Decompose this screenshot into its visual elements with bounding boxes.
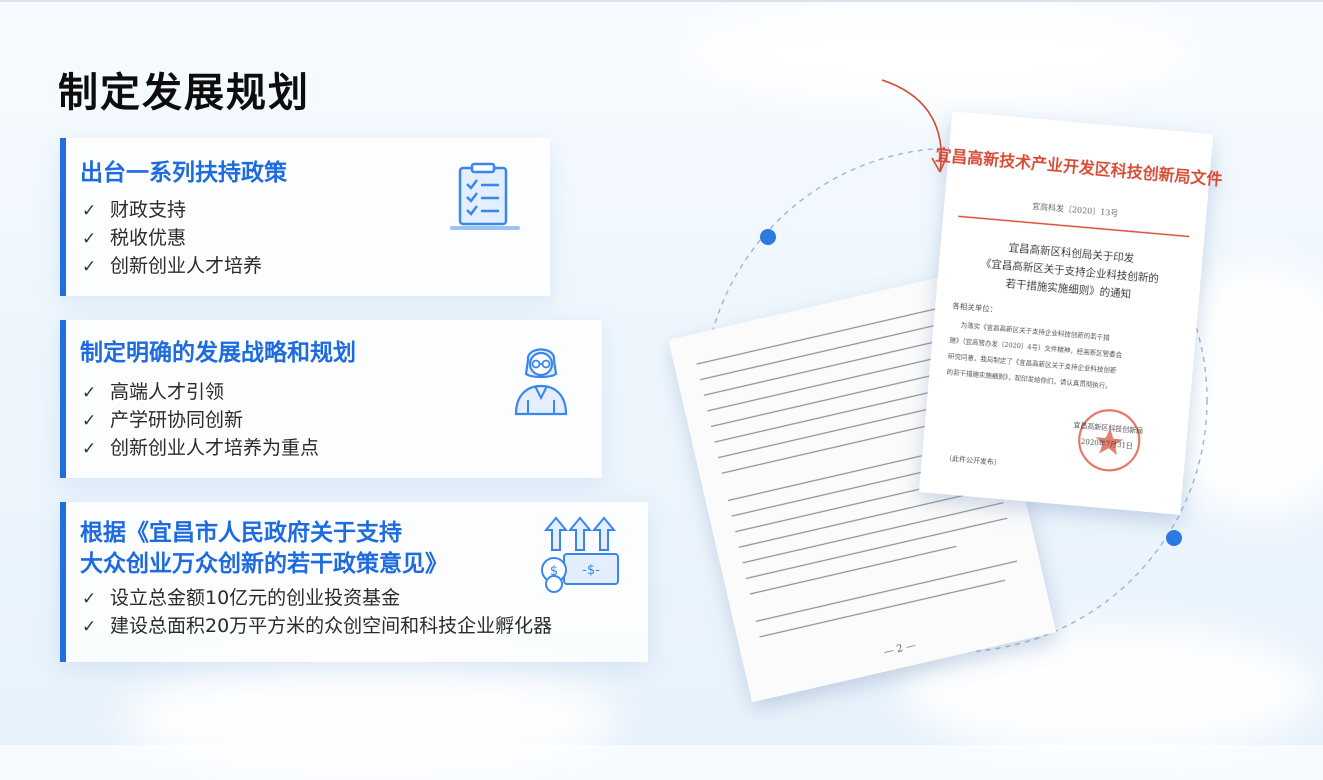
check-icon: ✓ bbox=[82, 201, 97, 221]
list-item: ✓ 高端人才引领 bbox=[82, 378, 319, 406]
money-growth-icon: -$- $ bbox=[541, 516, 619, 593]
card-list: ✓ 高端人才引领 ✓ 产学研协同创新 ✓ 创新创业人才培养为重点 bbox=[82, 378, 319, 462]
document-checklist-icon bbox=[450, 162, 520, 230]
list-item: ✓ 产学研协同创新 bbox=[82, 406, 319, 434]
policy-card-strategy: 制定明确的发展战略和规划 ✓ 高端人才引领 ✓ 产学研协同创新 ✓ 创新创业人才培养为… bbox=[60, 320, 602, 478]
card-list: ✓ 财政支持 ✓ 税收优惠 ✓ 创新创业人才培养 bbox=[82, 196, 262, 280]
list-item: ✓ 创新创业人才培养为重点 bbox=[82, 434, 319, 462]
policy-card-support: 出台一系列扶持政策 ✓ 财政支持 ✓ 税收优惠 ✓ 创新创业人才培养 bbox=[60, 138, 550, 296]
list-item: ✓ 财政支持 bbox=[82, 196, 262, 224]
card-accent-bar bbox=[60, 320, 66, 478]
check-icon: ✓ bbox=[82, 617, 97, 637]
card-accent-bar bbox=[60, 138, 66, 296]
front-document: 宜昌高新技术产业开发区科技创新局文件 宜高科发〔2020〕13号 宜昌高新区科创… bbox=[919, 111, 1223, 515]
policy-card-innovation: 根据《宜昌市人民政府关于支持 大众创业万众创新的若干政策意见》 ✓ 设立总金额10… bbox=[60, 502, 648, 662]
card-title: 出台一系列扶持政策 bbox=[80, 160, 287, 186]
card-list: ✓ 设立总金额10亿元的创业投资基金 ✓ 建设总面积20万平方米的众创空间和科技企业… bbox=[82, 584, 552, 640]
check-icon: ✓ bbox=[82, 411, 97, 431]
list-item: ✓ 创新创业人才培养 bbox=[82, 252, 262, 280]
professional-person-icon bbox=[514, 348, 568, 416]
check-icon: ✓ bbox=[82, 589, 97, 609]
check-icon: ✓ bbox=[82, 257, 97, 277]
list-item: ✓ 设立总金额10亿元的创业投资基金 bbox=[82, 584, 552, 612]
orbit-dot bbox=[1166, 530, 1182, 546]
policy-documents-illustration: — 2 — 宜昌高新技术产业开发区科技创新局文件 宜高科发〔2020〕13号 宜… bbox=[668, 79, 1223, 703]
orbit-dot bbox=[760, 229, 776, 245]
check-icon: ✓ bbox=[82, 439, 97, 459]
top-border bbox=[0, 0, 1323, 2]
list-item: ✓ 税收优惠 bbox=[82, 224, 262, 252]
page-title: 制定发展规划 bbox=[58, 70, 310, 116]
card-title: 制定明确的发展战略和规划 bbox=[80, 340, 356, 366]
list-item: ✓ 建设总面积20万平方米的众创空间和科技企业孵化器 bbox=[82, 612, 552, 640]
card-title: 根据《宜昌市人民政府关于支持 大众创业万众创新的若干政策意见》 bbox=[80, 520, 448, 577]
card-accent-bar bbox=[60, 502, 66, 662]
check-icon: ✓ bbox=[82, 383, 97, 403]
svg-text:-$-: -$- bbox=[582, 563, 600, 578]
check-icon: ✓ bbox=[82, 229, 97, 249]
